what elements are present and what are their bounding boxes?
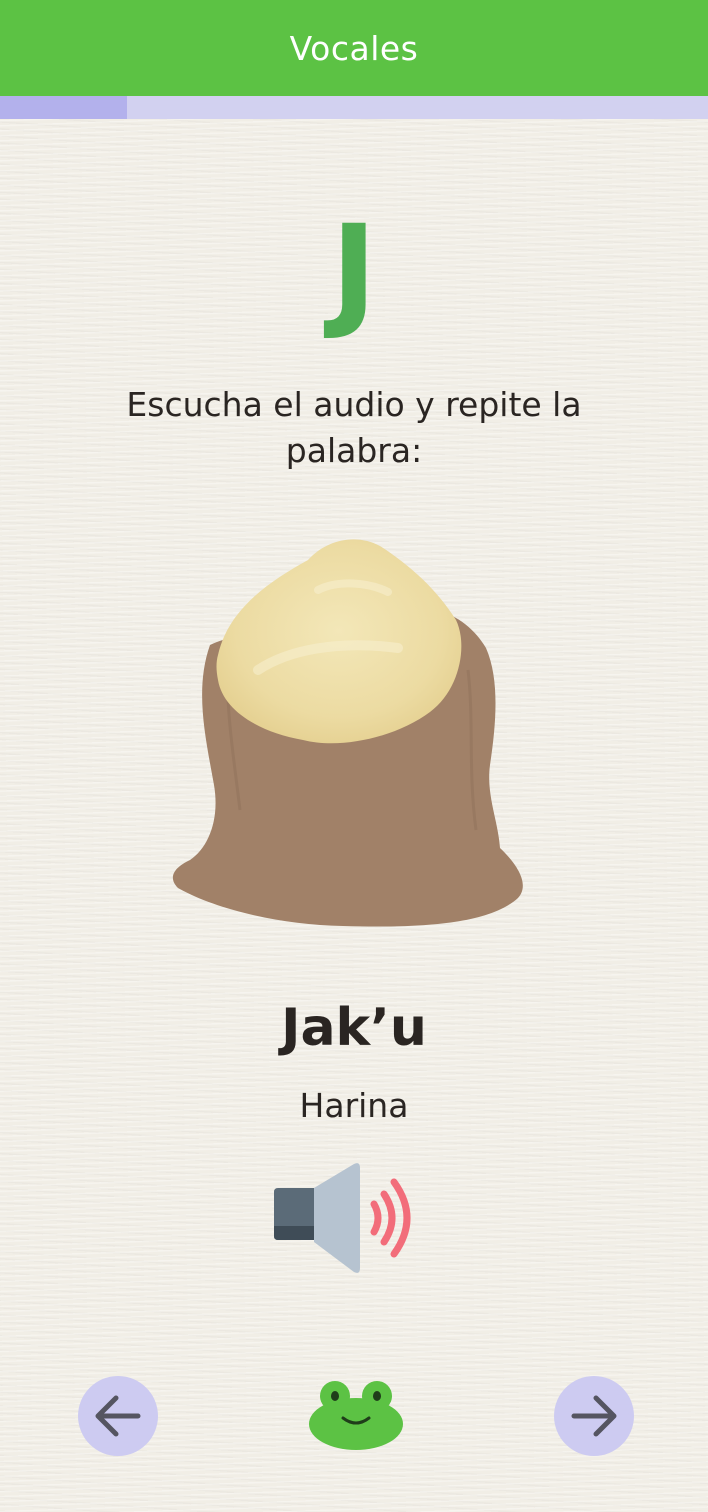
arrow-left-icon (95, 1395, 141, 1437)
lesson-translation: Harina (299, 1086, 409, 1125)
page-title: Vocales (289, 28, 419, 68)
progress-fill (0, 96, 128, 119)
progress-bar (0, 96, 708, 119)
arrow-right-icon (571, 1395, 617, 1437)
sack-of-flour-illustration (172, 539, 523, 927)
previous-button[interactable] (78, 1376, 158, 1456)
lesson-word: Jak’u (281, 998, 427, 1058)
app-header: Vocales (0, 0, 708, 96)
home-button[interactable] (305, 1376, 407, 1452)
next-button[interactable] (554, 1376, 634, 1456)
instruction-text: Escucha el audio y repite la palabra: (126, 385, 582, 470)
frog-mascot-icon (309, 1381, 403, 1450)
speaker-icon (274, 1163, 411, 1273)
lesson-letter: J (330, 199, 378, 343)
play-audio-button[interactable] (270, 1158, 422, 1280)
